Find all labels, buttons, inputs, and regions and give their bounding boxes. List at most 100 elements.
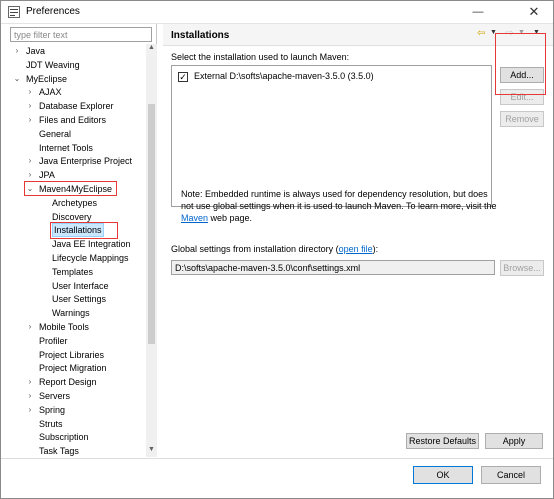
close-button[interactable]: ✕ — [519, 1, 549, 23]
tree-item-label: Java Enterprise Project — [39, 156, 133, 167]
expand-arrow-icon[interactable]: › — [26, 99, 34, 113]
back-arrow-icon[interactable]: ⇦ — [477, 28, 485, 39]
filter-input[interactable] — [10, 27, 152, 42]
tree-item-label: Project Libraries — [39, 349, 105, 360]
browse-button[interactable]: Browse... — [500, 260, 544, 276]
window-title: Preferences — [26, 6, 80, 17]
tree-item[interactable]: User Interface — [6, 279, 146, 293]
tree-item[interactable]: Lifecycle Mappings — [6, 251, 146, 265]
tree-item[interactable]: › Mobile Tools — [6, 320, 146, 334]
tree-scrollbar[interactable]: ▲ ▼ — [146, 44, 157, 457]
scroll-up-icon[interactable]: ▲ — [146, 44, 157, 55]
expand-arrow-icon[interactable]: › — [26, 154, 34, 168]
tree-item[interactable]: Project Libraries — [6, 348, 146, 362]
app-icon — [8, 6, 20, 18]
forward-arrow-icon[interactable]: ⇨ — [505, 28, 513, 39]
apply-button[interactable]: Apply — [485, 433, 543, 449]
restore-defaults-button[interactable]: Restore Defaults — [406, 433, 479, 449]
tree-item-label: Warnings — [52, 308, 90, 319]
minimize-button[interactable]: — — [463, 1, 493, 23]
navigation-buttons: ⇦ ▼ ⇨ ▼ ▼ — [477, 28, 547, 42]
tree-item-label: Java EE Integration — [52, 239, 131, 250]
tree-item[interactable]: Java EE Integration — [6, 237, 146, 251]
forward-dropdown-icon[interactable]: ▼ — [518, 29, 525, 36]
remove-button[interactable]: Remove — [500, 111, 544, 127]
tree-item[interactable]: General — [6, 127, 146, 141]
tree-item[interactable]: Warnings — [6, 306, 146, 320]
tree-item-label: User Interface — [52, 280, 109, 291]
tree-item[interactable]: Internet Tools — [6, 141, 146, 155]
tree-item[interactable]: JDT Weaving — [6, 58, 146, 72]
preferences-tree: › Java JDT Weaving ⌄ MyEclipse › AJAX › Database… — [6, 44, 146, 456]
tree-item[interactable]: › AJAX — [6, 85, 146, 99]
tree-item[interactable]: › JPA — [6, 168, 146, 182]
expand-arrow-icon[interactable]: › — [26, 403, 34, 417]
expand-arrow-icon[interactable]: › — [26, 168, 34, 182]
tree-item[interactable]: Installations — [6, 223, 146, 238]
page-header: Installations ⇦ ▼ ⇨ ▼ ▼ — [163, 24, 553, 46]
view-menu-icon[interactable]: ▼ — [533, 29, 540, 36]
tree-item[interactable]: Project Migration — [6, 361, 146, 375]
tree-item[interactable]: › Files and Editors — [6, 113, 146, 127]
tree-item[interactable]: › Spring — [6, 403, 146, 417]
tree-item[interactable]: Task Tags — [6, 444, 146, 456]
tree-item-label: Internet Tools — [39, 142, 93, 153]
installation-entry[interactable]: External D:\softs\apache-maven-3.5.0 (3.… — [194, 71, 374, 81]
tree-item-label: Discovery — [52, 211, 92, 222]
tree-item-label: AJAX — [39, 87, 62, 98]
tree-item-label: MyEclipse — [26, 73, 68, 84]
tree-item-label: Database Explorer — [39, 101, 114, 112]
page-title: Installations — [171, 30, 230, 41]
global-settings-prefix: Global settings from installation direct… — [171, 244, 339, 254]
tree-item[interactable]: Archetypes — [6, 196, 146, 210]
open-file-link[interactable]: open file — [339, 244, 373, 254]
tree-item[interactable]: User Settings — [6, 292, 146, 306]
expand-arrow-icon[interactable]: › — [26, 375, 34, 389]
maven-link[interactable]: Maven — [181, 213, 208, 223]
tree-item[interactable]: Discovery — [6, 210, 146, 224]
scroll-down-icon[interactable]: ▼ — [146, 446, 157, 457]
tree-item[interactable]: › Report Design — [6, 375, 146, 389]
tree-item[interactable]: ⌄ MyEclipse — [6, 72, 146, 86]
title-bar: Preferences — ✕ — [1, 1, 553, 24]
tree-item[interactable]: Templates — [6, 265, 146, 279]
settings-page: Installations ⇦ ▼ ⇨ ▼ ▼ Select the insta… — [163, 24, 553, 459]
global-settings-path-field[interactable]: D:\softs\apache-maven-3.5.0\conf\setting… — [171, 260, 495, 275]
tree-item-label: Servers — [39, 391, 71, 401]
expand-arrow-icon[interactable]: › — [26, 389, 34, 403]
collapse-arrow-icon[interactable]: ⌄ — [26, 182, 34, 196]
tree-item[interactable]: › Java — [6, 44, 146, 58]
tree-item[interactable]: Struts — [6, 417, 146, 431]
tree-item[interactable]: › Java Enterprise Project — [6, 154, 146, 168]
add-button[interactable]: Add... — [500, 67, 544, 83]
tree-item[interactable]: ⌄ Maven4MyEclipse — [6, 182, 146, 196]
preferences-window: Preferences — ✕ › Java JDT Weaving ⌄ MyEclip… — [0, 0, 554, 499]
embedded-runtime-note: Note: Embedded runtime is always used fo… — [181, 188, 499, 224]
preferences-tree-panel: ›JavaJDT Weaving⌄MyEclipse›AJAX›Database… — [6, 24, 157, 457]
expand-arrow-icon[interactable]: › — [13, 44, 21, 58]
tree-item[interactable]: Profiler — [6, 334, 146, 348]
expand-arrow-icon[interactable]: › — [26, 320, 34, 334]
installation-checkbox[interactable]: ✓ — [178, 72, 188, 82]
note-text: Note: Embedded runtime is always used fo… — [181, 189, 497, 211]
edit-button[interactable]: Edit... — [500, 89, 544, 105]
tree-item[interactable]: › Database Explorer — [6, 99, 146, 113]
tree-item[interactable]: Subscription — [6, 430, 146, 444]
tree-item-label: Report Design — [39, 377, 97, 388]
tree-item-label: JDT Weaving — [26, 59, 80, 70]
tree-item-label: Mobile Tools — [39, 322, 89, 332]
tree-item[interactable]: › Servers — [6, 389, 146, 403]
tree-item-label: Task Tags — [39, 446, 79, 456]
cancel-button[interactable]: Cancel — [481, 466, 541, 484]
expand-arrow-icon[interactable]: › — [26, 113, 34, 127]
tree-item-label: Templates — [52, 266, 94, 277]
back-dropdown-icon[interactable]: ▼ — [490, 29, 497, 36]
tree-item-label: Profiler — [39, 335, 68, 346]
collapse-arrow-icon[interactable]: ⌄ — [13, 72, 21, 86]
expand-arrow-icon[interactable]: › — [26, 85, 34, 99]
scroll-thumb[interactable] — [148, 104, 155, 344]
select-installation-label: Select the installation used to launch M… — [171, 52, 350, 62]
ok-button[interactable]: OK — [413, 466, 473, 484]
tree-item-label: Struts — [39, 418, 63, 429]
tree-item-label: Archetypes — [52, 197, 98, 208]
